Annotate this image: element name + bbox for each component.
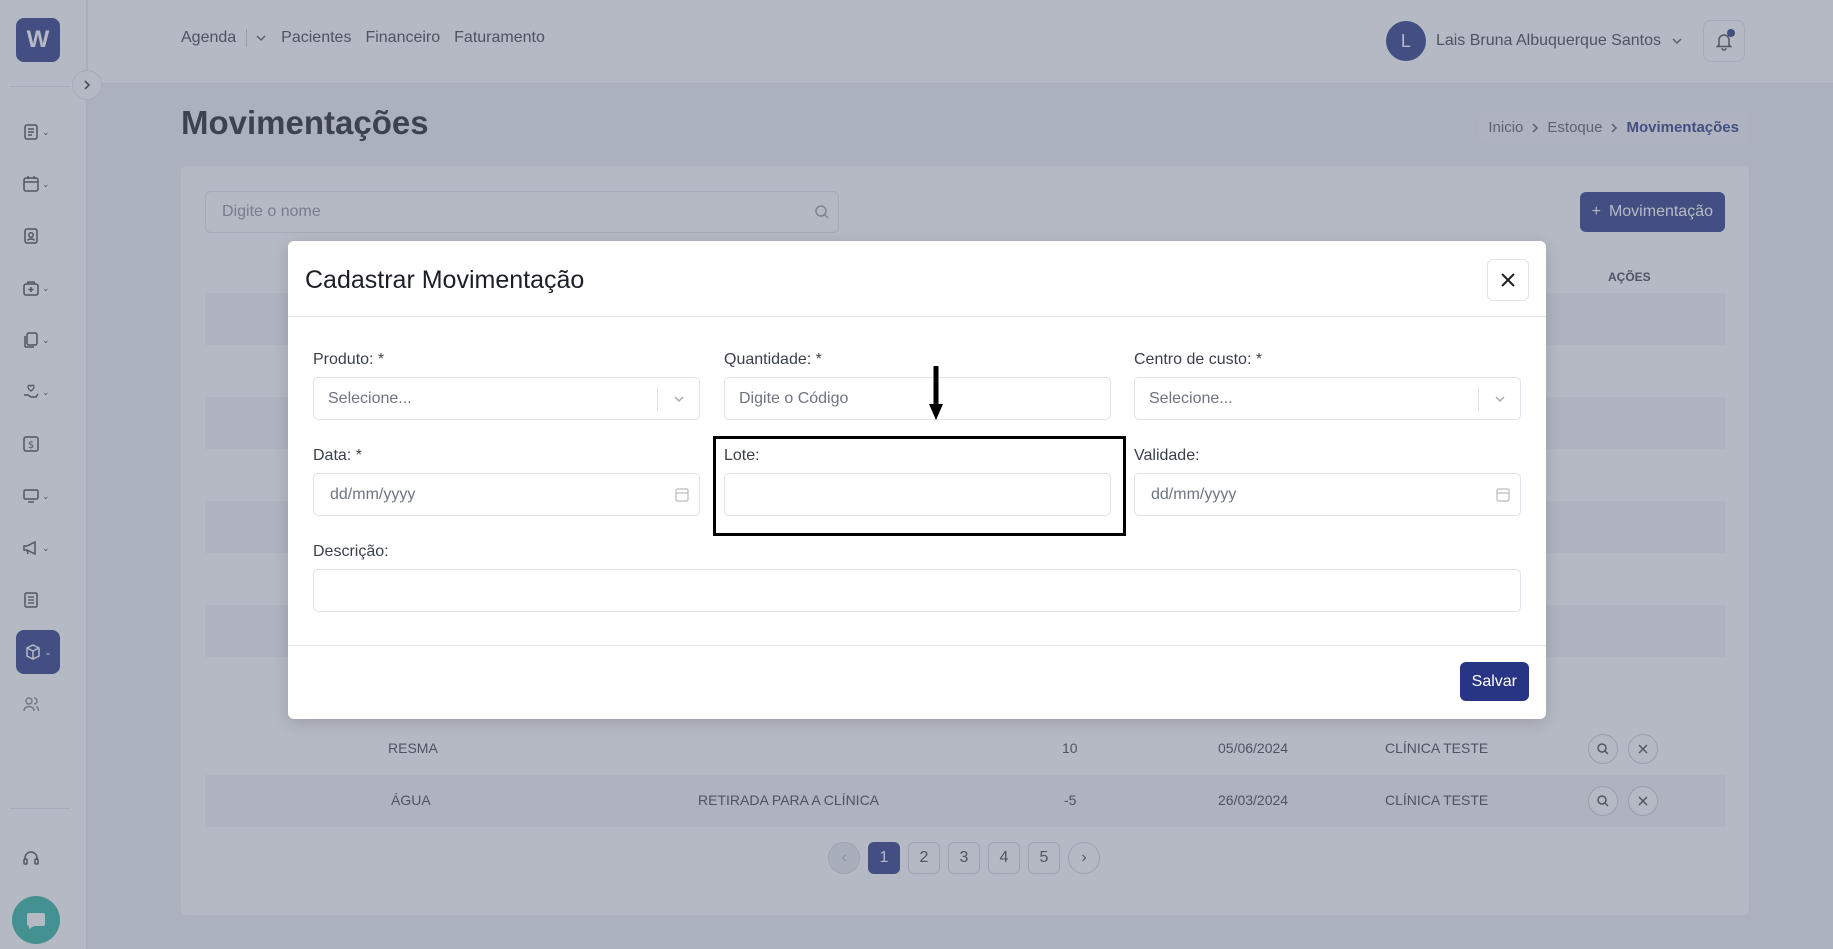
modal-footer: Salvar: [288, 645, 1546, 719]
centro-custo-select[interactable]: Selecione...: [1134, 377, 1521, 420]
produto-placeholder: Selecione...: [328, 389, 412, 407]
highlight-box: [713, 436, 1126, 536]
calendar-icon: [675, 488, 689, 502]
validade-date-input[interactable]: dd/mm/yyyy: [1134, 473, 1521, 516]
chevron-down-icon: [1494, 396, 1505, 403]
dropdown-toggle: [1478, 387, 1520, 411]
data-label: Data: *: [313, 447, 362, 464]
quantidade-input[interactable]: Digite o Código: [724, 377, 1111, 420]
calendar-icon: [1496, 488, 1510, 502]
validade-label: Validade:: [1134, 447, 1200, 464]
quantidade-label: Quantidade: *: [724, 351, 822, 368]
data-placeholder: dd/mm/yyyy: [330, 485, 416, 503]
save-button[interactable]: Salvar: [1459, 662, 1529, 701]
chevron-down-icon: [673, 396, 684, 403]
modal-title: Cadastrar Movimentação: [305, 266, 585, 294]
dropdown-toggle: [657, 387, 699, 411]
close-button[interactable]: [1487, 259, 1529, 301]
close-icon: [1501, 273, 1515, 287]
produto-label: Produto: *: [313, 351, 385, 368]
quantidade-placeholder: Digite o Código: [739, 389, 849, 407]
descricao-label: Descrição:: [313, 543, 389, 560]
descricao-input[interactable]: [313, 569, 1521, 612]
produto-select[interactable]: Selecione...: [313, 377, 700, 420]
centro-custo-placeholder: Selecione...: [1149, 389, 1233, 407]
data-date-input[interactable]: dd/mm/yyyy: [313, 473, 700, 516]
modal-header: Cadastrar Movimentação: [288, 241, 1546, 317]
down-arrow-icon: [929, 366, 943, 420]
validade-placeholder: dd/mm/yyyy: [1151, 485, 1237, 503]
centro-custo-label: Centro de custo: *: [1134, 351, 1263, 368]
